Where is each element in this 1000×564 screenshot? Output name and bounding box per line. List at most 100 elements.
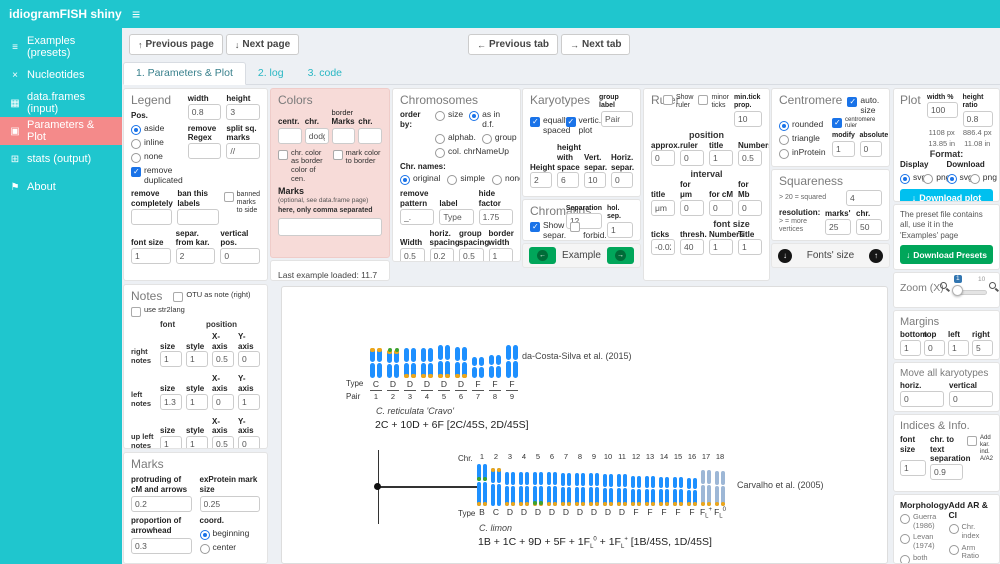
display-svg-option[interactable]: svg [900, 173, 923, 184]
checkbox[interactable] [278, 150, 288, 160]
field-input[interactable] [160, 351, 182, 367]
order-chrnameup-option[interactable]: col. chrNameUp [435, 147, 513, 158]
field-input[interactable] [186, 351, 208, 367]
field-input[interactable] [400, 248, 425, 262]
field-input[interactable] [860, 141, 883, 157]
sidebar-item-stats[interactable]: ⊞stats (output) [0, 145, 122, 173]
tab-parameters-plot[interactable]: 1. Parameters & Plot [123, 62, 246, 85]
field-input[interactable] [212, 394, 234, 410]
field-input[interactable] [680, 150, 704, 166]
checkbox[interactable] [847, 97, 857, 107]
names-original-option[interactable]: original [400, 174, 440, 185]
sidebar-item-about[interactable]: ⚑About [0, 173, 122, 201]
field-input[interactable] [948, 340, 969, 356]
field-input[interactable] [832, 141, 855, 157]
field-input[interactable] [709, 239, 733, 255]
legend-pos-none-option[interactable]: none [131, 152, 183, 163]
radio[interactable] [779, 121, 789, 131]
remove-duplicated-checkbox[interactable]: remove duplicated [131, 166, 183, 186]
field-input[interactable] [212, 436, 234, 449]
sidebar-item-nucleotides[interactable]: ×Nucleotides [0, 61, 122, 89]
centromere-color-input[interactable] [278, 128, 302, 144]
field-input[interactable] [220, 248, 260, 264]
names-none-option[interactable]: none [492, 174, 521, 185]
radio[interactable] [900, 514, 910, 524]
order-alphab-option[interactable]: alphab. [435, 133, 476, 144]
field-input[interactable] [738, 150, 762, 166]
radio[interactable] [482, 134, 492, 144]
field-input[interactable] [651, 200, 675, 216]
field-input[interactable] [680, 200, 704, 216]
field-input[interactable] [734, 111, 762, 127]
minor-ticks-checkbox[interactable]: minor ticks [698, 94, 729, 111]
download-png-option[interactable]: png [970, 173, 993, 184]
chr-border-color-input[interactable] [358, 128, 382, 144]
field-input[interactable] [651, 239, 675, 255]
sidebar-item-parameters-plot[interactable]: ▣Parameters & Plot [0, 117, 122, 145]
hamburger-icon[interactable]: ≡ [132, 5, 140, 23]
field-input[interactable] [709, 150, 733, 166]
field-input[interactable] [226, 143, 260, 159]
field-input[interactable] [160, 436, 182, 449]
field-input[interactable] [489, 248, 514, 262]
field-input[interactable] [188, 104, 222, 120]
sidebar-item-examples[interactable]: ≡Examples (presets) [0, 33, 122, 61]
order-group-option[interactable]: group [482, 133, 517, 144]
checkbox[interactable] [698, 95, 708, 105]
field-input[interactable] [479, 209, 513, 225]
field-input[interactable] [160, 394, 182, 410]
field-input[interactable] [924, 340, 945, 356]
field-input[interactable] [177, 209, 218, 225]
field-input[interactable] [131, 248, 171, 264]
chr-color-as-border-checkbox[interactable]: chr. color as border color of cen. [278, 149, 328, 184]
field-input[interactable] [430, 248, 455, 262]
checkbox[interactable] [131, 167, 141, 177]
previous-tab-button[interactable]: ←Previous tab [468, 34, 558, 55]
radio[interactable] [435, 148, 445, 158]
zoom-out-icon[interactable] [940, 282, 947, 289]
checkbox[interactable] [570, 222, 580, 232]
use-str2lang-checkbox[interactable]: use str2lang [131, 306, 260, 317]
field-input[interactable] [709, 200, 733, 216]
field-input[interactable] [212, 351, 234, 367]
radio[interactable] [900, 534, 910, 544]
field-input[interactable] [856, 219, 882, 235]
field-input[interactable] [611, 172, 633, 188]
increase-fonts-button[interactable]: ↑ [869, 249, 883, 263]
coord-beginning-option[interactable]: beginning [200, 529, 261, 540]
radio[interactable] [970, 174, 980, 184]
radio[interactable] [779, 135, 789, 145]
cen-rounded-option[interactable]: rounded [779, 120, 827, 131]
checkbox[interactable] [663, 95, 673, 105]
field-input[interactable] [238, 351, 260, 367]
field-input[interactable] [607, 222, 633, 238]
field-input[interactable] [188, 143, 222, 159]
checkbox[interactable] [566, 117, 576, 127]
radio[interactable] [469, 111, 479, 121]
tab-log[interactable]: 2. log [246, 63, 296, 84]
radio[interactable] [435, 111, 445, 121]
radio[interactable] [900, 555, 910, 564]
marks-border-color-input[interactable] [332, 128, 356, 144]
radio[interactable] [923, 174, 933, 184]
checkbox[interactable] [530, 222, 540, 232]
field-input[interactable] [400, 209, 434, 225]
marks-list-input[interactable] [278, 218, 382, 236]
names-simple-option[interactable]: simple [447, 174, 485, 185]
morph-guerra-option[interactable]: Guerra (1986) [900, 513, 945, 530]
morph-levan-option[interactable]: Levan (1974) [900, 533, 945, 550]
field-input[interactable] [186, 436, 208, 449]
previous-page-button[interactable]: ↑Previous page [129, 34, 223, 55]
field-input[interactable] [963, 111, 994, 127]
field-input[interactable] [131, 496, 192, 512]
field-input[interactable] [738, 239, 762, 255]
field-input[interactable] [584, 172, 606, 188]
radio[interactable] [200, 530, 210, 540]
field-input[interactable] [972, 340, 993, 356]
field-input[interactable] [949, 391, 993, 407]
checkbox[interactable] [530, 117, 540, 127]
equally-spaced-checkbox[interactable]: equally spaced [530, 116, 561, 136]
field-input[interactable] [927, 102, 958, 118]
field-input[interactable] [930, 464, 963, 480]
centromere-ruler-checkbox[interactable]: centromere ruler [832, 117, 882, 131]
